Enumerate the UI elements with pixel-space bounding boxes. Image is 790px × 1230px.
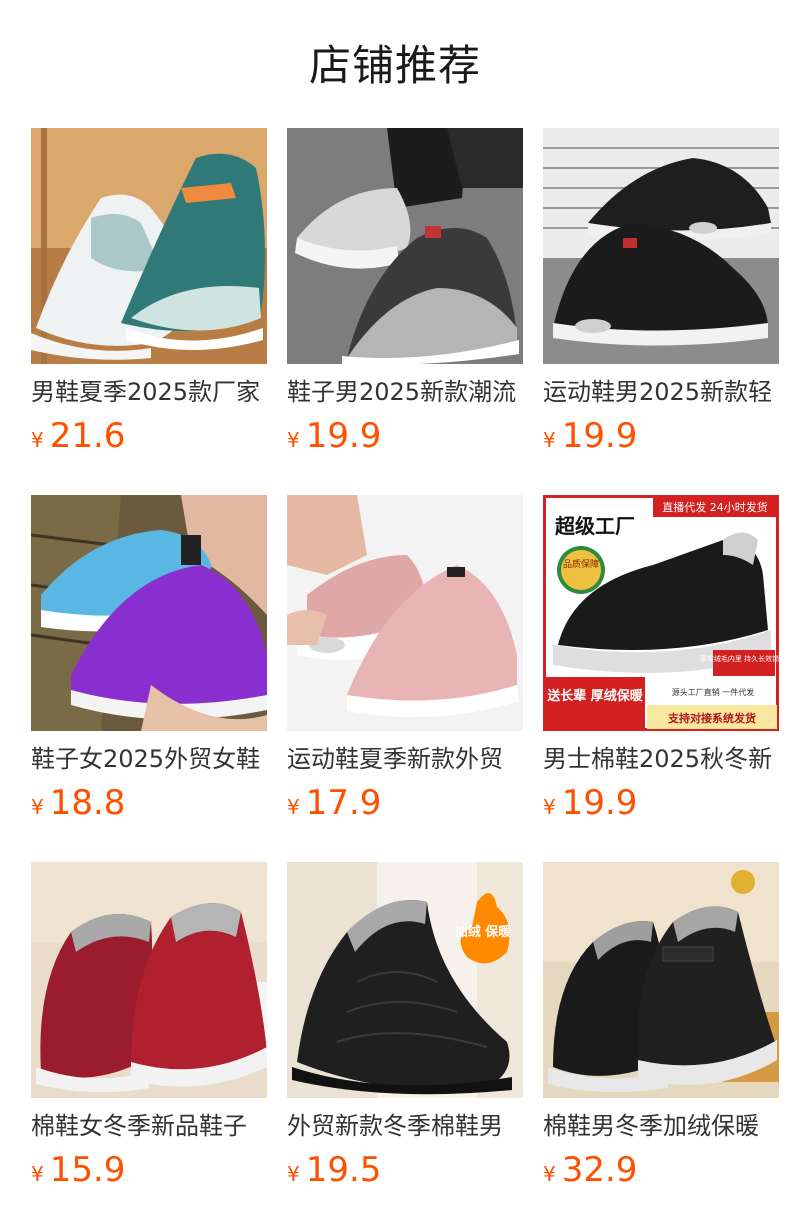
product-price: ¥18.8 (31, 783, 267, 823)
product-image[interactable] (543, 128, 779, 364)
badge-headline-text: 超级工厂 (554, 514, 635, 538)
product-price: ¥15.9 (31, 1150, 267, 1190)
product-image[interactable] (31, 862, 267, 1098)
product-card[interactable]: 棉鞋男冬季加绒保暖 ¥32.9 (543, 862, 779, 1190)
product-card[interactable]: 加绒 保暖 外贸新款冬季棉鞋男 ¥19.5 (287, 862, 523, 1190)
product-card[interactable]: 鞋子女2025外贸女鞋 ¥18.8 (31, 495, 267, 823)
price-amount: 17.9 (305, 783, 382, 823)
page-title: 店铺推荐 (308, 41, 481, 90)
product-price: ¥21.6 (31, 416, 267, 456)
product-price: ¥17.9 (287, 783, 523, 823)
currency-symbol: ¥ (543, 428, 556, 452)
product-card[interactable]: 运动鞋男2025新款轻 ¥19.9 (543, 128, 779, 456)
product-name[interactable]: 外贸新款冬季棉鞋男 (287, 1110, 523, 1142)
badge-left-banner-text: 送长辈 厚绒保暖 (546, 688, 644, 704)
badge-fur-tag-text: 厚实绒毛内里 持久长效锁温 (700, 654, 779, 663)
product-image[interactable] (31, 128, 267, 364)
product-name[interactable]: 棉鞋男冬季加绒保暖 (543, 1110, 779, 1142)
badge-seal-text: 品质保障 (563, 558, 599, 570)
currency-symbol: ¥ (287, 1162, 300, 1186)
price-amount: 19.9 (561, 783, 638, 823)
currency-symbol: ¥ (31, 795, 44, 819)
product-card[interactable]: 男鞋夏季2025款厂家 ¥21.6 (31, 128, 267, 456)
currency-symbol: ¥ (287, 795, 300, 819)
product-image[interactable]: 直播代发 24小时发货 超级工厂 品质保障 厚实绒毛内里 持久长效锁温 送长辈 … (543, 495, 779, 731)
product-name[interactable]: 男士棉鞋2025秋冬新 (543, 743, 779, 775)
currency-symbol: ¥ (543, 795, 556, 819)
product-name[interactable]: 运动鞋男2025新款轻 (543, 376, 779, 408)
currency-symbol: ¥ (287, 428, 300, 452)
currency-symbol: ¥ (543, 1162, 556, 1186)
product-image[interactable] (287, 128, 523, 364)
product-image[interactable] (287, 495, 523, 731)
product-image[interactable] (543, 862, 779, 1098)
product-image[interactable]: 加绒 保暖 (287, 862, 523, 1098)
product-card[interactable]: 运动鞋夏季新款外贸 ¥17.9 (287, 495, 523, 823)
badge-top-text: 直播代发 24小时发货 (662, 500, 768, 514)
price-amount: 19.9 (305, 416, 382, 456)
product-name[interactable]: 棉鞋女冬季新品鞋子 (31, 1110, 267, 1142)
product-card[interactable]: 棉鞋女冬季新品鞋子 ¥15.9 (31, 862, 267, 1190)
price-amount: 19.9 (561, 416, 638, 456)
badge-bottom-right-text: 支持对接系统发货 (667, 711, 756, 725)
price-amount: 32.9 (561, 1150, 638, 1190)
product-price: ¥19.9 (543, 416, 779, 456)
product-image[interactable] (31, 495, 267, 731)
badge-flame-text: 加绒 保暖 (454, 924, 513, 940)
product-price: ¥32.9 (543, 1150, 779, 1190)
badge-source-tag-text: 源头工厂直销 一件代发 (672, 687, 755, 697)
currency-symbol: ¥ (31, 428, 44, 452)
product-price: ¥19.5 (287, 1150, 523, 1190)
product-card[interactable]: 直播代发 24小时发货 超级工厂 品质保障 厚实绒毛内里 持久长效锁温 送长辈 … (543, 495, 779, 823)
product-price: ¥19.9 (543, 783, 779, 823)
price-amount: 21.6 (49, 416, 126, 456)
product-name[interactable]: 运动鞋夏季新款外贸 (287, 743, 523, 775)
product-price: ¥19.9 (287, 416, 523, 456)
currency-symbol: ¥ (31, 1162, 44, 1186)
price-amount: 18.8 (49, 783, 126, 823)
price-amount: 15.9 (49, 1150, 126, 1190)
product-card[interactable]: 鞋子男2025新款潮流 ¥19.9 (287, 128, 523, 456)
price-amount: 19.5 (305, 1150, 382, 1190)
product-name[interactable]: 男鞋夏季2025款厂家 (31, 376, 267, 408)
product-name[interactable]: 鞋子女2025外贸女鞋 (31, 743, 267, 775)
product-name[interactable]: 鞋子男2025新款潮流 (287, 376, 523, 408)
